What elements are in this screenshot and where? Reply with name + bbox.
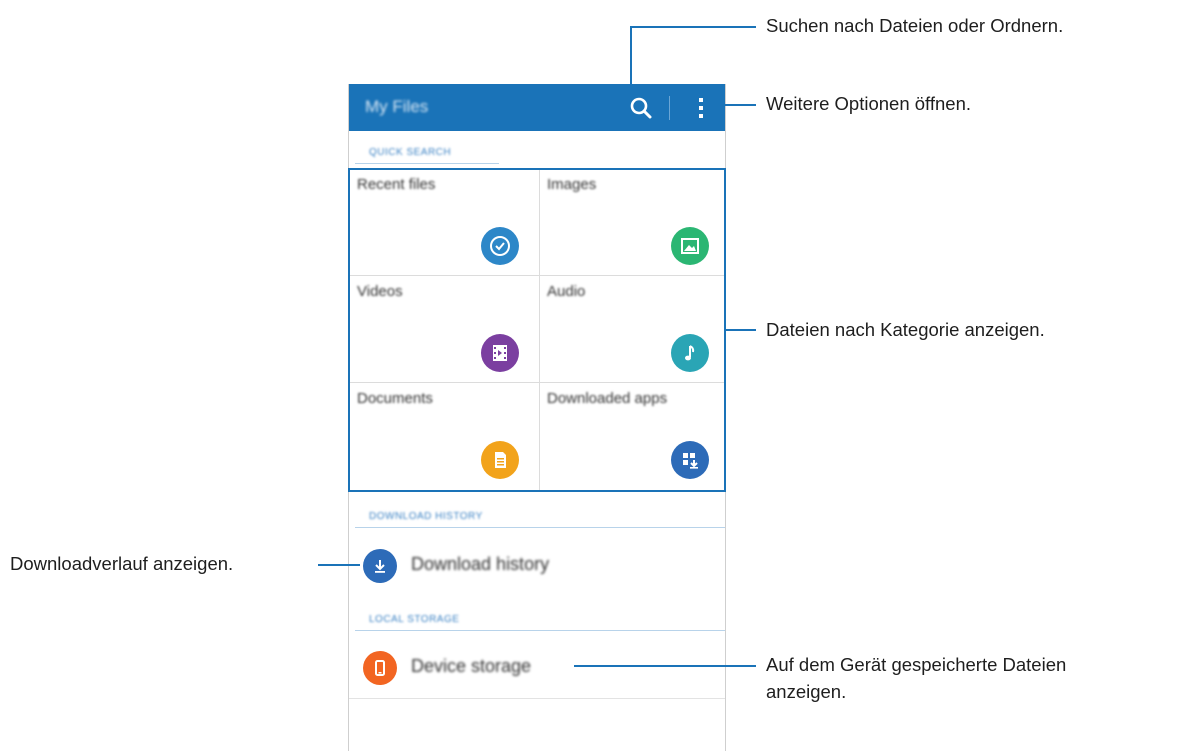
- callout-device-storage-line1: Auf dem Gerät gespeicherte Dateien: [766, 654, 1067, 675]
- category-audio[interactable]: Audio: [539, 275, 727, 382]
- list-item-download-history[interactable]: Download history: [349, 532, 725, 596]
- category-label: Images: [547, 176, 597, 193]
- category-grid: Recent files Images Videos Audio Documen…: [349, 168, 725, 490]
- section-local-storage: LOCAL STORAGE: [369, 614, 460, 625]
- callout-search: Suchen nach Dateien oder Ordnern.: [766, 15, 1064, 36]
- clock-icon: [481, 227, 519, 265]
- app-bar: My Files: [349, 84, 725, 131]
- more-options-icon[interactable]: [691, 94, 711, 122]
- list-divider: [349, 698, 725, 699]
- film-icon: [481, 334, 519, 372]
- category-label: Audio: [547, 283, 586, 300]
- callout-leader-search: [630, 26, 756, 28]
- image-icon: [671, 227, 709, 265]
- callout-more-options: Weitere Optionen öffnen.: [766, 93, 972, 114]
- category-documents[interactable]: Documents: [349, 382, 537, 489]
- callout-categories: Dateien nach Kategorie anzeigen.: [766, 319, 1045, 340]
- section-underline: [355, 527, 725, 528]
- category-recent-files[interactable]: Recent files: [349, 168, 537, 275]
- callout-leader-categories: [726, 329, 756, 331]
- callout-leader-search: [630, 26, 632, 94]
- download-icon: [363, 549, 397, 583]
- callout-leader-more: [712, 104, 756, 106]
- category-label: Downloaded apps: [547, 390, 668, 407]
- callout-leader-download-history: [318, 564, 360, 566]
- callout-leader-device-storage: [574, 665, 756, 667]
- app-bar-divider: [669, 96, 670, 120]
- section-underline: [355, 163, 499, 164]
- list-item-label: Device storage: [411, 656, 532, 676]
- document-icon: [481, 441, 519, 479]
- section-download-history: DOWNLOAD HISTORY: [369, 511, 483, 522]
- category-label: Videos: [357, 283, 403, 300]
- callout-device-storage-line2: anzeigen.: [766, 681, 847, 702]
- phone-icon: [363, 651, 397, 685]
- phone-screen: My Files QUICK SEARCH Recent files Image…: [348, 84, 726, 751]
- search-icon[interactable]: [627, 94, 655, 122]
- app-title: My Files: [365, 97, 429, 116]
- apps-download-icon: [671, 441, 709, 479]
- section-quick-search: QUICK SEARCH: [369, 147, 452, 158]
- category-label: Recent files: [357, 176, 436, 193]
- category-downloaded-apps[interactable]: Downloaded apps: [539, 382, 727, 489]
- section-underline: [355, 630, 725, 631]
- list-item-label: Download history: [411, 554, 550, 574]
- category-label: Documents: [357, 390, 433, 407]
- category-images[interactable]: Images: [539, 168, 727, 275]
- callout-download-history: Downloadverlauf anzeigen.: [10, 553, 234, 574]
- category-videos[interactable]: Videos: [349, 275, 537, 382]
- music-note-icon: [671, 334, 709, 372]
